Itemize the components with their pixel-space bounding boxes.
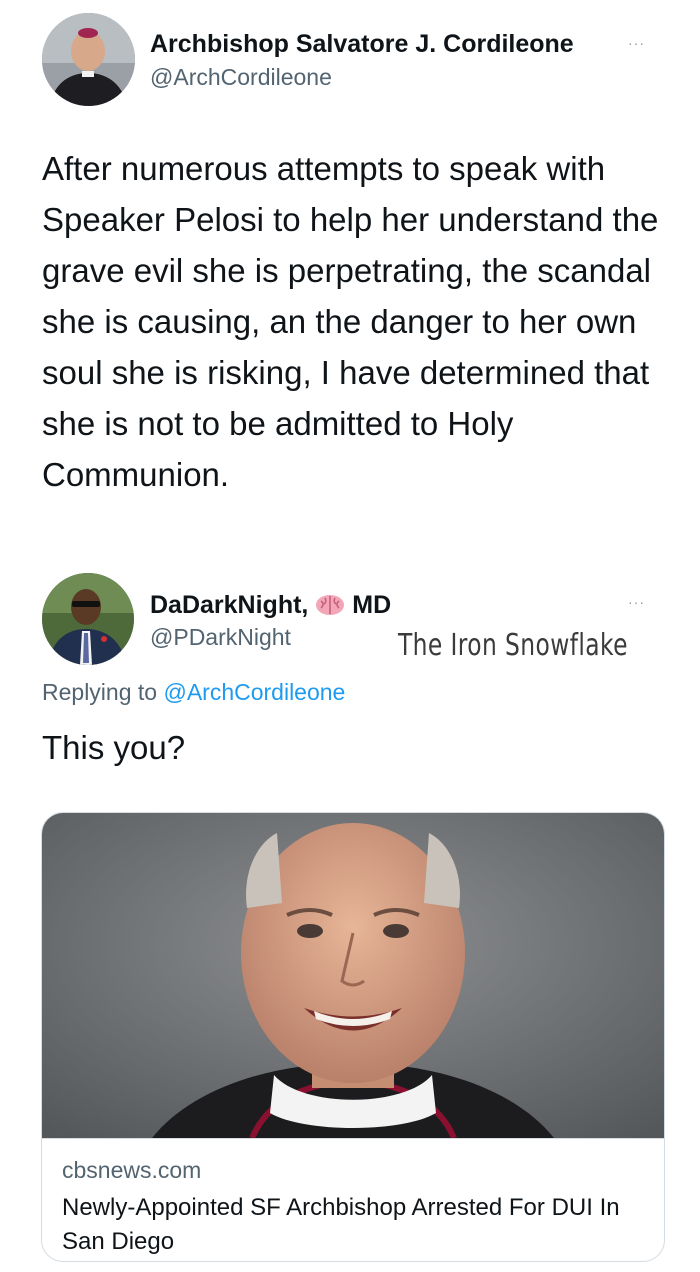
replying-to: Replying to @ArchCordileone [42,679,345,706]
link-card-image[interactable] [42,813,664,1140]
avatar-photo-icon [42,573,134,665]
more-options-icon[interactable]: ··· [628,594,645,610]
avatar-photo-icon [42,13,135,106]
replying-to-prefix: Replying to [42,679,158,705]
reply-author-handle[interactable]: @PDarkNight [150,624,291,651]
watermark: The Iron Snowflake [398,628,628,663]
reply-author-name[interactable]: DaDarkNight, [150,591,308,619]
author-name[interactable]: Archbishop Salvatore J. Cordileone [150,30,574,59]
link-card-headline[interactable]: Newly-Appointed SF Archbishop Arrested F… [62,1191,632,1259]
reply-author-suffix[interactable]: MD [352,591,391,619]
link-card-domain: cbsnews.com [62,1157,202,1183]
author-avatar[interactable] [42,13,135,106]
author-handle[interactable]: @ArchCordileone [150,64,332,91]
tweet-text: After numerous attempts to speak with Sp… [42,150,659,493]
link-card[interactable]: cbsnews.com Newly-Appointed SF Archbisho… [41,812,665,1262]
reply-text: This you? [42,729,186,766]
brain-emoji-icon [315,594,345,616]
replying-to-handle[interactable]: @ArchCordileone [163,679,345,705]
more-options-icon[interactable]: ··· [628,35,645,51]
reply-author-name-row[interactable]: DaDarkNight, MD [150,591,391,620]
reply-author-avatar[interactable] [42,573,134,665]
